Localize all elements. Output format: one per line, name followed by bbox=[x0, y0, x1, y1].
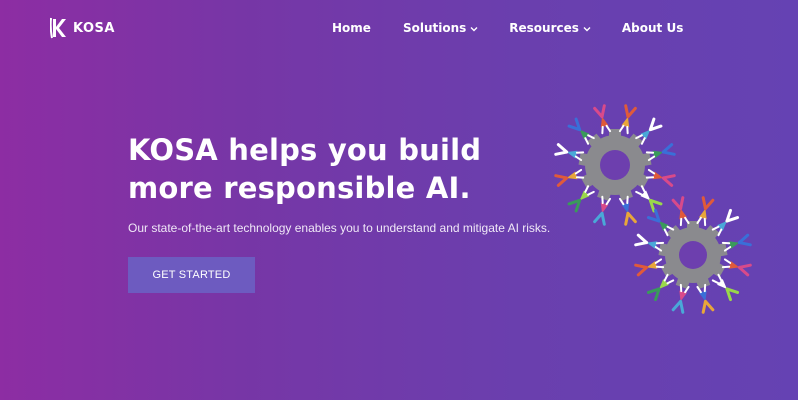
nav-about-us[interactable]: About Us bbox=[622, 21, 683, 35]
gears-with-people-illustration bbox=[554, 104, 752, 314]
nav-about-us-label: About Us bbox=[621, 21, 684, 35]
hero-subtext: Our state-of-the-art technology enables … bbox=[128, 221, 551, 235]
chevron-down-icon bbox=[470, 26, 478, 31]
main-nav: Home Solutions Resources About Us bbox=[332, 21, 683, 35]
brand-name: KOSA bbox=[73, 20, 115, 36]
hero-headline-line-1: KOSA helps you build bbox=[128, 133, 482, 167]
nav-home[interactable]: Home bbox=[332, 21, 371, 35]
nav-resources[interactable]: Resources bbox=[509, 21, 591, 35]
nav-solutions-label: Solutions bbox=[402, 21, 467, 35]
hero-headline-line-2: more responsible AI. bbox=[128, 171, 471, 205]
hero-headline: KOSA helps you build more responsible AI… bbox=[128, 131, 481, 207]
kosa-logo-icon bbox=[50, 17, 66, 39]
nav-resources-label: Resources bbox=[509, 21, 579, 35]
nav-home-label: Home bbox=[332, 21, 371, 35]
brand-logo[interactable]: KOSA bbox=[50, 17, 115, 39]
chevron-down-icon bbox=[583, 26, 591, 31]
nav-solutions[interactable]: Solutions bbox=[403, 21, 478, 35]
get-started-button[interactable]: GET STARTED bbox=[128, 257, 255, 293]
